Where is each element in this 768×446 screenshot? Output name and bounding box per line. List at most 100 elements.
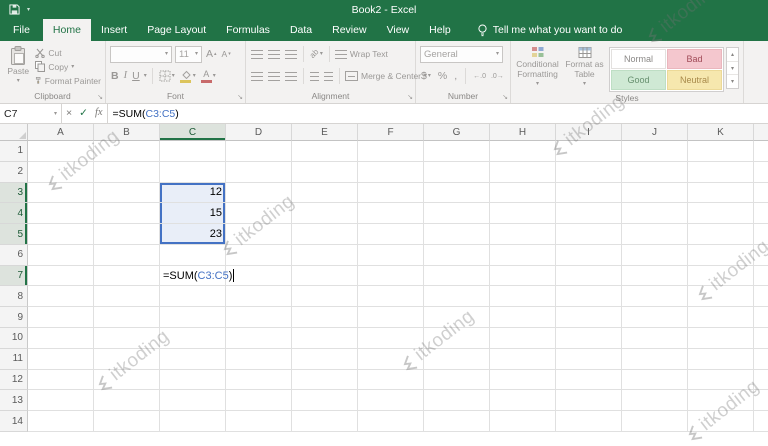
cell-K7[interactable]	[688, 265, 754, 287]
cell-D13[interactable]	[226, 390, 292, 412]
cell-G8[interactable]	[424, 286, 490, 308]
cell-H4[interactable]	[490, 203, 556, 225]
cell-partial-3[interactable]	[754, 183, 768, 204]
increase-decimal-button[interactable]: ←.0	[473, 73, 486, 80]
cell-D14[interactable]	[226, 411, 292, 432]
cell-H13[interactable]	[490, 390, 556, 412]
cell-E1[interactable]	[292, 141, 358, 162]
merge-center-button[interactable]: Merge & Center ▾	[345, 71, 427, 81]
cell-B12[interactable]	[94, 369, 160, 391]
insert-function-button[interactable]: fx	[95, 108, 103, 119]
cell-H11[interactable]	[490, 348, 556, 370]
cell-C6[interactable]	[160, 244, 226, 266]
number-dialog-launcher[interactable]: ↘	[502, 94, 508, 101]
row-header-2[interactable]: 2	[0, 161, 28, 183]
column-header-G[interactable]: G	[424, 124, 490, 141]
cell-H10[interactable]	[490, 328, 556, 349]
cell-C14[interactable]	[160, 411, 226, 432]
cell-C7[interactable]: =SUM(C3:C5)	[160, 265, 235, 287]
cell-partial-14[interactable]	[754, 411, 768, 432]
cell-J10[interactable]	[622, 328, 688, 349]
column-header-E[interactable]: E	[292, 124, 358, 141]
row-header-12[interactable]: 12	[0, 369, 28, 391]
align-right-button[interactable]	[284, 71, 298, 81]
save-button[interactable]	[9, 4, 20, 15]
cell-F8[interactable]	[358, 286, 424, 308]
cell-H8[interactable]	[490, 286, 556, 308]
cell-I10[interactable]	[556, 328, 622, 349]
tab-file[interactable]: File	[0, 19, 43, 41]
cancel-button[interactable]: ×	[66, 108, 72, 119]
cell-D12[interactable]	[226, 369, 292, 391]
cell-H3[interactable]	[490, 182, 556, 204]
cell-C2[interactable]	[160, 161, 226, 183]
cell-K9[interactable]	[688, 307, 754, 329]
cell-B8[interactable]	[94, 286, 160, 308]
column-header-B[interactable]: B	[94, 124, 160, 141]
cell-B5[interactable]	[94, 224, 160, 245]
fill-color-button[interactable]: ▾	[179, 70, 197, 83]
cell-E8[interactable]	[292, 286, 358, 308]
cell-J13[interactable]	[622, 390, 688, 412]
decrease-font-button[interactable]: A ▾	[221, 50, 232, 59]
underline-dropdown-icon[interactable]: ▾	[144, 73, 147, 79]
cell-K2[interactable]	[688, 161, 754, 183]
cell-H2[interactable]	[490, 161, 556, 183]
cell-F10[interactable]	[358, 328, 424, 349]
cell-D8[interactable]	[226, 286, 292, 308]
row-header-10[interactable]: 10	[0, 328, 28, 349]
tab-review[interactable]: Review	[322, 19, 376, 41]
cell-B4[interactable]	[94, 203, 160, 225]
format-as-table-button[interactable]: Format as Table ▾	[562, 44, 607, 92]
tab-help[interactable]: Help	[419, 19, 461, 41]
cell-E12[interactable]	[292, 369, 358, 391]
cell-J8[interactable]	[622, 286, 688, 308]
cell-F9[interactable]	[358, 307, 424, 329]
column-header-F[interactable]: F	[358, 124, 424, 141]
cell-E5[interactable]	[292, 224, 358, 245]
cell-K3[interactable]	[688, 182, 754, 204]
cell-B9[interactable]	[94, 307, 160, 329]
cell-C5[interactable]: 23	[160, 224, 226, 245]
cell-E11[interactable]	[292, 348, 358, 370]
font-name-select[interactable]: ▾	[110, 45, 172, 63]
cell-K1[interactable]	[688, 141, 754, 162]
cell-H6[interactable]	[490, 244, 556, 266]
cell-G9[interactable]	[424, 307, 490, 329]
cell-K6[interactable]	[688, 244, 754, 266]
column-header-I[interactable]: I	[556, 124, 622, 141]
cell-K5[interactable]	[688, 224, 754, 245]
cell-E14[interactable]	[292, 411, 358, 432]
cell-B13[interactable]	[94, 390, 160, 412]
cell-D10[interactable]	[226, 328, 292, 349]
cell-F14[interactable]	[358, 411, 424, 432]
cell-I8[interactable]	[556, 286, 622, 308]
row-header-4[interactable]: 4	[0, 203, 28, 225]
increase-font-button[interactable]: A ▴	[205, 49, 218, 60]
cell-B7[interactable]	[94, 265, 160, 287]
quick-access-dropdown[interactable]: ▾	[27, 7, 30, 13]
cell-A13[interactable]	[28, 390, 94, 412]
cell-D2[interactable]	[226, 161, 292, 183]
cell-J5[interactable]	[622, 224, 688, 245]
cell-G1[interactable]	[424, 141, 490, 162]
cell-I9[interactable]	[556, 307, 622, 329]
cell-C13[interactable]	[160, 390, 226, 412]
cell-K10[interactable]	[688, 328, 754, 349]
cell-A5[interactable]	[28, 224, 94, 245]
cell-J1[interactable]	[622, 141, 688, 162]
tab-page-layout[interactable]: Page Layout	[137, 19, 216, 41]
cell-C8[interactable]	[160, 286, 226, 308]
column-header-D[interactable]: D	[226, 124, 292, 141]
cell-F5[interactable]	[358, 224, 424, 245]
cell-G7[interactable]	[424, 265, 490, 287]
conditional-formatting-button[interactable]: Conditional Formatting ▾	[515, 44, 560, 92]
tell-me-box[interactable]: Tell me what you want to do	[477, 19, 622, 41]
cell-A12[interactable]	[28, 369, 94, 391]
cell-B6[interactable]	[94, 244, 160, 266]
cell-I12[interactable]	[556, 369, 622, 391]
cell-style-good[interactable]: Good	[611, 70, 666, 90]
orientation-button[interactable]: ab ▾	[308, 47, 324, 60]
cell-D3[interactable]	[226, 182, 292, 204]
cell-G10[interactable]	[424, 328, 490, 349]
